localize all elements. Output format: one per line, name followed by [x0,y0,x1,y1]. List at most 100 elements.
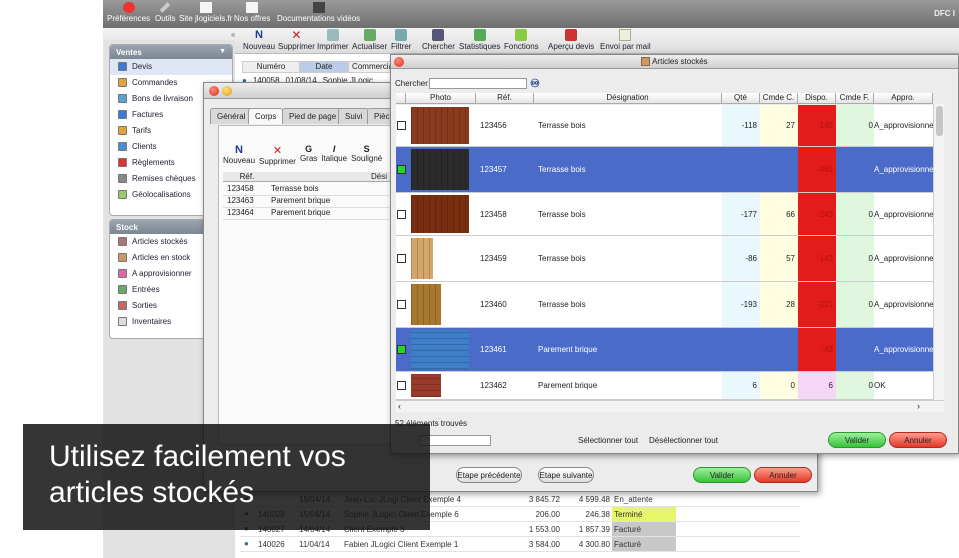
italic-icon: I [332,144,336,154]
row-checkbox[interactable] [397,300,406,309]
stock-row[interactable]: 123461 Parement brique -43 A_approvisionner [396,328,933,372]
italic-button[interactable]: I Italique [321,144,347,166]
scroll-thumb[interactable] [936,106,943,136]
col-header-2[interactable]: Désignation [534,93,722,104]
close-icon[interactable] [209,86,219,96]
horizontal-scrollbar[interactable]: ‹ › [396,400,944,412]
docs-menu[interactable]: Documentations vidéos [277,2,360,23]
corps-row[interactable]: 123463 Parement brique [223,196,393,208]
close-icon[interactable] [394,57,404,67]
stock-annuler-button[interactable]: Annuler [889,432,947,448]
promo-caption: Utilisez facilement vos articles stockés [23,424,430,530]
stock-row[interactable]: 123459 Terrasse bois -86 57 -143 0 A_approvisi… [396,236,933,282]
supprimer-button[interactable]: ✕ Supprimer [278,29,315,51]
nouveau-button[interactable]: N Nouveau [243,29,275,51]
stock-row[interactable]: 123456 Terrasse bois -118 27 -145 0 A_approvis… [396,105,933,147]
box-icon [641,57,651,67]
item-icon [118,269,127,278]
devis-table-header: Numéro Date Commercia [242,61,397,73]
product-photo [411,107,469,144]
col-header-4[interactable]: Cmde C. [760,93,798,104]
stock-valider-button[interactable]: Valider [828,432,886,448]
apercu-button[interactable]: Aperçu devis [548,29,594,51]
col-header-6[interactable]: Cmde F. [836,93,874,104]
fonctions-button[interactable]: Fonctions [504,29,539,51]
status-badge: Facturé [612,522,676,536]
status-badge: Facturé [612,537,676,551]
chercher-button[interactable]: Chercher [422,29,455,51]
outils-menu[interactable]: Outils [155,2,175,23]
search-input[interactable] [429,78,527,89]
actualiser-button[interactable]: Actualiser [352,29,387,51]
tab-corps[interactable]: Corps [248,108,284,124]
col-header-7[interactable]: Appro. [874,93,933,104]
collapse-icon[interactable]: « [231,30,235,39]
col-header-1[interactable]: Réf. [476,93,534,104]
tab-general[interactable]: Général [210,108,253,124]
row-checkbox[interactable] [397,381,406,390]
sidebar-item-devis[interactable]: Devis [110,59,232,75]
row-checkbox[interactable] [397,254,406,263]
stock-row[interactable]: 123457 Terrasse bois -461 A_approvisionner [396,147,933,193]
tab-pied-de-page[interactable]: Pied de page [282,108,344,124]
corps-supprimer-button[interactable]: ✕ Supprimer [259,144,296,166]
item-icon [118,237,127,246]
functions-icon [515,29,528,41]
stock-row[interactable]: 123458 Terrasse bois -177 66 -243 0 A_approvis… [396,193,933,236]
product-photo [411,374,441,397]
corps-table-header: Réf. Dési [223,172,393,182]
offres-menu[interactable]: Nos offres [234,2,270,23]
col-header-3[interactable]: Qté [722,93,760,104]
col-numero[interactable]: Numéro [242,61,300,73]
minimize-icon[interactable] [222,86,232,96]
prev-step-button[interactable]: Etape précédente [456,467,522,483]
col-header-5[interactable]: Dispo. [798,93,836,104]
filtrer-button[interactable]: Filtrer [391,29,411,51]
row-checkbox[interactable] [397,345,406,354]
item-icon [118,110,127,119]
corps-row[interactable]: 123458 Terrasse bois [223,184,393,196]
preferences-icon [122,2,135,13]
stock-row[interactable]: 123460 Terrasse bois -193 28 -221 0 A_approvis… [396,282,933,328]
col-date[interactable]: Date [300,61,348,73]
col-header-0[interactable]: Photo [406,93,476,104]
product-photo [411,330,469,369]
next-step-button[interactable]: Etape suivante [538,467,594,483]
binoculars-icon [432,29,445,41]
item-icon [118,174,127,183]
deselect-all-link[interactable]: Désélectionner tout [649,436,718,445]
dropdown-icon[interactable]: ▼ [219,48,226,55]
row-checkbox[interactable] [397,165,406,174]
site-menu[interactable]: Site jlogiciels.fr [179,2,232,23]
statistiques-button[interactable]: Statistiques [459,29,500,51]
product-photo [411,238,433,279]
scroll-left-icon[interactable]: ‹ [398,401,401,411]
scroll-right-icon[interactable]: › [917,401,920,411]
devis-valider-button[interactable]: Valider [693,467,751,483]
devis-annuler-button[interactable]: Annuler [754,467,812,483]
corps-nouveau-button[interactable]: N Nouveau [223,144,255,166]
row-checkbox[interactable] [397,209,406,219]
underline-button[interactable]: S Souligné [351,144,382,166]
preview-icon [565,29,578,41]
product-photo [411,149,469,190]
select-all-link[interactable]: Sélectionner tout [578,436,638,445]
video-icon [312,2,325,13]
imprimer-button[interactable]: Imprimer [317,29,349,51]
vertical-scrollbar[interactable] [933,104,944,400]
devis-row[interactable]: ● 140026 11/04/14 Fabien JLogici Client Exe… [240,537,800,552]
row-checkbox[interactable] [397,121,406,130]
envoi-mail-button[interactable]: Envoi par mail [600,29,651,51]
search-label: Chercher [395,79,428,88]
ventes-header[interactable]: Ventes ▼ [110,45,232,59]
stock-row[interactable]: 123462 Parement brique 6 0 6 0 OK [396,372,933,400]
devis-tabs: Général Corps Pied de page Suivi Pièc [210,108,410,125]
tab-suivi[interactable]: Suivi [338,108,370,124]
refresh-icon [363,29,376,41]
binoculars-icon[interactable]: ♾ [530,77,540,90]
corps-row[interactable]: 123464 Parement brique [223,208,393,220]
item-icon [118,285,127,294]
product-photo [411,195,469,233]
preferences-menu[interactable]: Préférences [107,2,150,23]
bold-button[interactable]: G Gras [300,144,317,166]
